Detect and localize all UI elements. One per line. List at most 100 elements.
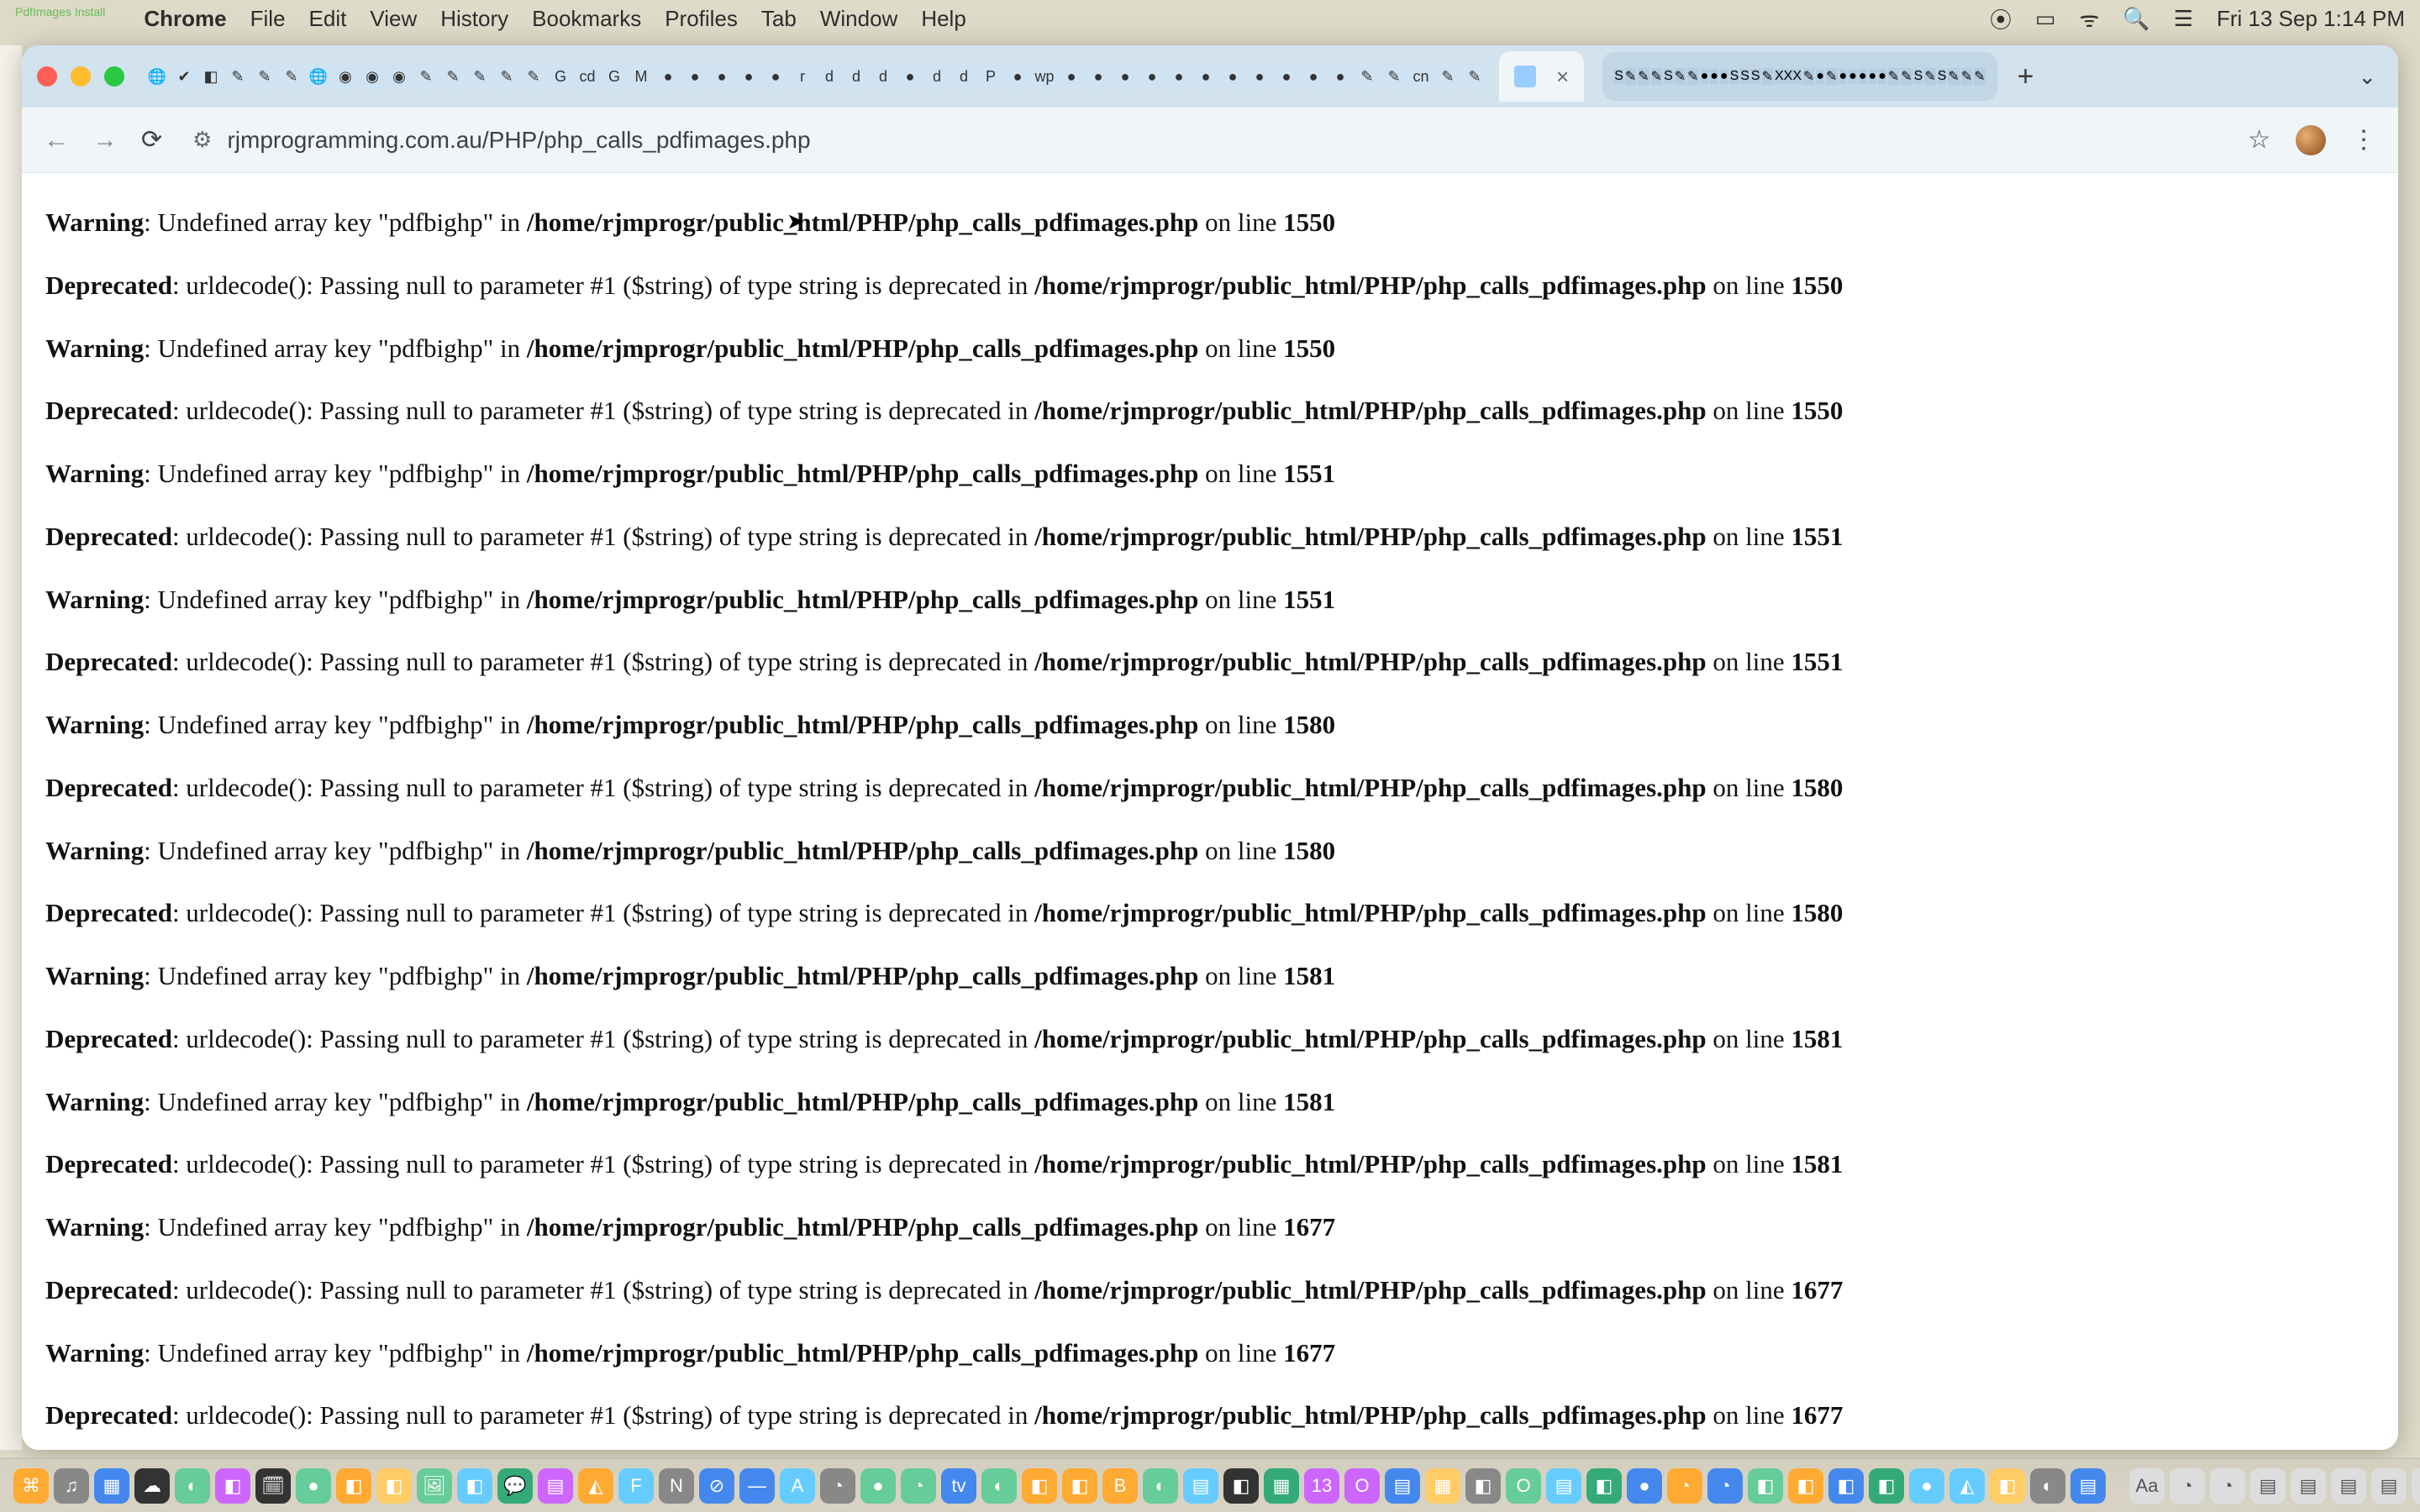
control-center-icon[interactable]: ☰ — [2174, 6, 2193, 32]
dock-app-icon[interactable]: ● — [296, 1468, 331, 1504]
pinned-tab-favicon[interactable]: ● — [709, 64, 734, 89]
pinned-tab-favicon[interactable]: ✎ — [1948, 68, 1959, 85]
pinned-tab-favicon[interactable]: cn — [1408, 64, 1434, 89]
dock-app-icon[interactable]: ◧ — [1586, 1468, 1622, 1504]
pinned-tab-favicon[interactable]: d — [871, 64, 896, 89]
pinned-tab-favicon[interactable]: ✎ — [1803, 68, 1814, 85]
dock-app-icon[interactable]: ◧ — [1022, 1468, 1057, 1504]
url-input[interactable] — [227, 127, 2217, 154]
window-minimize-button[interactable] — [71, 66, 91, 87]
pinned-tab-favicon[interactable]: ● — [1220, 64, 1245, 89]
dock-app-icon[interactable]: 🖼 — [417, 1468, 452, 1504]
dock-app-icon[interactable]: ◔ — [820, 1468, 855, 1504]
forward-button[interactable]: → — [92, 126, 118, 155]
dock-app-icon[interactable]: F — [618, 1468, 654, 1504]
pinned-tab-favicon[interactable]: d — [951, 64, 976, 89]
pinned-tab-favicon[interactable]: S — [1614, 69, 1623, 84]
pinned-tab-favicon[interactable]: ● — [1113, 64, 1138, 89]
pinned-tab-favicon[interactable]: ✎ — [1625, 68, 1636, 85]
pinned-tab-favicon[interactable]: ● — [1869, 69, 1877, 84]
pinned-tab-favicon[interactable]: d — [844, 64, 869, 89]
dock-app-icon[interactable]: ◭ — [578, 1468, 613, 1504]
pinned-tab-favicon[interactable]: ✔ — [171, 64, 197, 89]
dock-app-icon[interactable]: ◧ — [1465, 1468, 1501, 1504]
dock-app-icon[interactable]: ◧ — [1869, 1468, 1904, 1504]
dock-file-icon[interactable]: ▤ — [2291, 1468, 2326, 1504]
pinned-tab-favicon[interactable]: ● — [736, 64, 761, 89]
menu-bookmarks[interactable]: Bookmarks — [532, 6, 641, 32]
pinned-tab-favicon[interactable]: ● — [1166, 64, 1192, 89]
window-maximize-button[interactable] — [104, 66, 124, 87]
dock-app-icon[interactable]: ▤ — [1183, 1468, 1218, 1504]
app-name[interactable]: Chrome — [144, 6, 226, 32]
menu-window[interactable]: Window — [820, 6, 897, 32]
wifi-icon[interactable]: ᯤ — [2080, 3, 2100, 34]
dock-app-icon[interactable]: B — [1102, 1468, 1138, 1504]
dock-app-icon[interactable]: ▤ — [538, 1468, 573, 1504]
pinned-tab-favicon[interactable]: ● — [1139, 64, 1165, 89]
dock-app-icon[interactable]: ▤ — [1385, 1468, 1420, 1504]
pinned-tab-favicon[interactable]: ◉ — [387, 64, 412, 89]
menu-view[interactable]: View — [370, 6, 417, 32]
pinned-tab-favicon[interactable]: ✎ — [1355, 64, 1380, 89]
pinned-tab-favicon[interactable]: ✎ — [1675, 68, 1686, 85]
dock-app-icon[interactable]: ◐ — [2030, 1468, 2065, 1504]
menu-help[interactable]: Help — [921, 6, 965, 32]
pinned-tab-favicon[interactable]: ● — [897, 64, 923, 89]
dock-app-icon[interactable]: ◧ — [336, 1468, 371, 1504]
pinned-tab-favicon[interactable]: ● — [1301, 64, 1326, 89]
dock-app-icon[interactable]: ◧ — [1062, 1468, 1097, 1504]
menu-tab[interactable]: Tab — [761, 6, 797, 32]
pinned-tab-favicon[interactable]: 🌐 — [145, 64, 170, 89]
screen-record-icon[interactable]: ⦿ — [1990, 3, 2012, 34]
dock-app-icon[interactable]: ▤ — [1546, 1468, 1581, 1504]
dock-app-icon[interactable]: ▤ — [2070, 1468, 2106, 1504]
pinned-tab-favicon[interactable]: ◉ — [360, 64, 385, 89]
dock-app-icon[interactable]: ◧ — [215, 1468, 250, 1504]
dock-app-icon[interactable]: ◧ — [1990, 1468, 2025, 1504]
dock-app-icon[interactable]: ◔ — [1707, 1468, 1743, 1504]
pinned-tab-favicon[interactable]: ✎ — [1651, 68, 1662, 85]
pinned-tab-favicon[interactable]: ✎ — [440, 64, 466, 89]
bookmark-star-icon[interactable]: ☆ — [2248, 125, 2270, 155]
active-tab[interactable]: × — [1499, 51, 1584, 102]
dock-app-icon[interactable]: O — [1506, 1468, 1541, 1504]
pinned-tab-favicon[interactable]: d — [817, 64, 842, 89]
pinned-tab-favicon[interactable]: ● — [1701, 69, 1709, 84]
pinned-tab-favicon[interactable]: ✎ — [1974, 68, 1985, 85]
dock-app-icon[interactable]: ● — [1627, 1468, 1662, 1504]
pinned-tab-favicon[interactable]: cd — [575, 64, 600, 89]
dock-app-icon[interactable]: ◧ — [376, 1468, 412, 1504]
pinned-tab-favicon[interactable]: ● — [1247, 64, 1272, 89]
dock-app-icon[interactable]: ◐ — [175, 1468, 210, 1504]
pinned-tab-favicon[interactable]: ● — [1878, 69, 1886, 84]
pinned-tab-favicon[interactable]: S — [1914, 69, 1923, 84]
pinned-tab-favicon[interactable]: ✎ — [252, 64, 277, 89]
pinned-tab-favicon[interactable]: ◧ — [198, 64, 224, 89]
dock-app-icon[interactable]: ▦ — [1264, 1468, 1299, 1504]
dock-file-icon[interactable]: ◔ — [2170, 1468, 2205, 1504]
dock-app-icon[interactable]: 13 — [1304, 1468, 1339, 1504]
pinned-tab-favicon[interactable]: ● — [682, 64, 708, 89]
battery-icon[interactable]: ▭ — [2035, 6, 2056, 32]
pinned-tab-favicon[interactable]: ✎ — [1381, 64, 1407, 89]
menu-profiles[interactable]: Profiles — [665, 6, 738, 32]
pinned-tab-favicon[interactable]: S — [1730, 69, 1739, 84]
tab-group-right[interactable]: S✎✎✎S✎✎●●●SSS✎XXX✎●✎●●●●●✎✎S✎S✎✎✎ — [1602, 52, 1996, 101]
pinned-tab-favicon[interactable]: ✎ — [521, 64, 546, 89]
pinned-tab-favicon[interactable]: S — [1938, 69, 1947, 84]
dock-app-icon[interactable]: A — [780, 1468, 815, 1504]
pinned-tab-favicon[interactable]: ◉ — [333, 64, 358, 89]
new-tab-button[interactable]: + — [2018, 60, 2034, 93]
menu-edit[interactable]: Edit — [309, 6, 347, 32]
page-content[interactable]: Warning: Undefined array key "pdfbighp" … — [22, 173, 2398, 1450]
dock-app-icon[interactable]: — — [739, 1468, 775, 1504]
pinned-tab-favicon[interactable]: P — [978, 64, 1003, 89]
pinned-tab-favicon[interactable]: d — [924, 64, 950, 89]
pinned-tab-favicon[interactable]: ✎ — [1435, 64, 1460, 89]
dock-app-icon[interactable]: ◧ — [1788, 1468, 1823, 1504]
chrome-menu-icon[interactable]: ⋮ — [2351, 125, 2376, 155]
pinned-tab-favicon[interactable]: ✎ — [413, 64, 439, 89]
pinned-tab-favicon[interactable]: ✎ — [1924, 68, 1935, 85]
dock-app-icon[interactable]: ⊘ — [699, 1468, 734, 1504]
